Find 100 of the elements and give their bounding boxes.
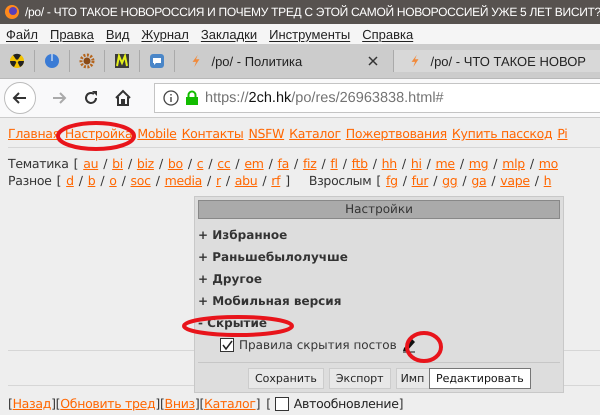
menu-item[interactable]: Журнал [141,26,189,42]
bracket: [ [376,173,381,188]
settings-section-toggle[interactable]: + Мобильная версия [198,290,342,312]
bracket: [ [199,396,204,411]
board-link[interactable]: fa [278,156,290,171]
board-link[interactable]: o [109,173,117,188]
separator: / [534,173,539,188]
thread-nav-link[interactable]: Вниз [164,396,195,411]
separator: / [128,156,132,171]
board-link[interactable]: mo [538,156,558,171]
back-button[interactable] [4,82,36,114]
tooltip: Редактировать [429,368,531,389]
board-link[interactable]: bo [168,156,183,171]
m-logo-icon [114,53,130,69]
settings-section-toggle[interactable]: + Избранное [198,224,288,246]
board-link[interactable]: vape [500,173,530,188]
board-link[interactable]: hi [410,156,422,171]
separator: / [426,156,431,171]
bracket: [ [8,396,13,411]
board-link[interactable]: biz [136,156,154,171]
thread-nav-link[interactable]: Каталог [204,396,256,411]
menu-item[interactable]: Правка [50,26,94,42]
board-link[interactable]: ftb [352,156,368,171]
panel-button[interactable]: Экспорт [328,368,391,389]
menu-item[interactable]: Инструменты [269,26,350,42]
bracket: ] [398,396,404,411]
menu-item[interactable]: Файл [6,26,38,42]
separator: / [156,173,160,188]
board-link[interactable]: b [88,173,96,188]
board-link[interactable]: rf [271,173,280,188]
board-link[interactable]: fg [386,173,398,188]
separator: / [372,156,377,171]
address-field[interactable]: https://2ch.hk/po/res/26963838.html# [154,83,600,113]
separator: / [122,173,126,188]
board-link[interactable]: media [164,173,202,188]
separator: / [342,156,347,171]
menu-item[interactable]: Вид [106,26,130,42]
settings-section-toggle[interactable]: + Раньшебылолучше [198,246,348,268]
annotation-ellipse [405,331,443,363]
board-link[interactable]: h [544,173,552,188]
board-link[interactable]: c [196,156,204,171]
nav-link[interactable]: Контакты [182,126,244,141]
board-link[interactable]: em [244,156,264,171]
board-link[interactable]: cc [217,156,230,171]
bracket: [ [266,396,271,411]
separator: / [268,156,273,171]
board-link[interactable]: abu [234,173,258,188]
separator: / [530,156,534,171]
board-link[interactable]: mg [468,156,488,171]
reload-icon[interactable] [82,89,100,107]
separator: / [208,156,212,171]
menu-item[interactable]: Закладки [200,26,258,42]
settings-section-toggle[interactable]: - Скрытие [198,312,268,334]
thread-nav-link[interactable]: Обновить тред [60,396,156,411]
board-link[interactable]: fiz [302,156,316,171]
browser-tab[interactable]: /po/ - ЧТО ТАКОЕ НОВОР [394,50,600,72]
nav-link[interactable]: Купить пасскод [452,126,552,141]
board-link[interactable]: d [66,173,74,188]
separator: / [402,156,406,171]
checkbox[interactable] [274,396,289,410]
url-text: https://2ch.hk/po/res/26963838.html# [205,90,444,106]
settings-section-toggle[interactable]: + Другое [198,268,262,290]
checkbox-label: Автообновление [294,396,399,411]
nav-link[interactable]: Пожертвования [346,126,447,141]
bracket: [ [56,396,60,411]
separator: / [78,173,83,188]
board-link[interactable]: fl [330,156,338,171]
board-group-label: Разное [8,173,52,188]
close-icon[interactable] [367,55,380,67]
board-link[interactable]: ga [471,173,486,188]
bracket: ] [155,396,160,411]
separator: / [207,173,211,188]
pencil-icon[interactable] [400,337,417,353]
nav-link[interactable]: Pi [557,126,568,141]
board-link[interactable]: hh [382,156,397,171]
board-link[interactable]: r [216,173,221,188]
bracket: [ [160,396,165,411]
tab-title: /po/ - Политика [211,54,304,68]
board-link[interactable]: soc [130,173,151,188]
board-link[interactable]: mlp [502,156,525,171]
board-link[interactable]: fur [412,173,428,188]
separator: / [226,173,230,188]
nav-link[interactable]: Настройка [64,126,132,141]
home-icon[interactable] [114,89,132,107]
board-link[interactable]: gg [442,173,458,188]
panel-button[interactable]: Сохранить [248,368,324,389]
separator: / [462,173,466,188]
checkbox-label: Правила скрытия постов [239,338,397,352]
menu-item[interactable]: Справка [362,26,414,42]
board-group-label: Взрослым [308,173,372,188]
board-link[interactable]: au [83,156,98,171]
separator: / [158,156,163,171]
nav-link[interactable]: NSFW [248,126,284,141]
checkbox[interactable] [220,338,234,352]
thread-nav-link[interactable]: Назад [12,396,52,411]
board-link[interactable]: bi [112,156,123,171]
bracket: [ [74,156,78,171]
nav-link[interactable]: Каталог [289,126,341,141]
board-link[interactable]: me [436,156,455,171]
nav-link[interactable]: Mobile [137,126,177,141]
